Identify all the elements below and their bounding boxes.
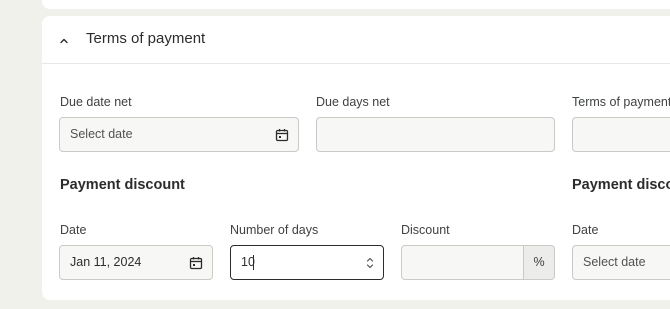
payment-discount-heading: Payment discount <box>60 177 185 193</box>
terms-of-payment-input[interactable] <box>572 117 670 152</box>
discount-date-value: Jan 11, 2024 <box>70 255 142 269</box>
previous-section-card <box>42 0 670 9</box>
discount-date-label-2: Date <box>572 223 599 237</box>
discount-date-field-2[interactable]: Select date <box>572 245 670 280</box>
number-of-days-input[interactable]: 10 <box>230 245 384 280</box>
due-date-net-field[interactable]: Select date <box>59 117 299 152</box>
discount-date-placeholder-2: Select date <box>583 255 646 269</box>
section-header[interactable]: Terms of payment <box>42 16 670 64</box>
terms-of-payment-label: Terms of payment <box>572 95 670 109</box>
stepper-icon[interactable] <box>366 255 374 271</box>
due-days-net-label: Due days net <box>316 95 390 109</box>
discount-input[interactable]: % <box>401 245 555 280</box>
terms-of-payment-card: Terms of payment Due date net Select dat… <box>42 16 670 300</box>
chevron-up-icon[interactable] <box>58 35 70 47</box>
discount-date-field[interactable]: Jan 11, 2024 <box>59 245 213 280</box>
number-of-days-label: Number of days <box>230 223 319 237</box>
calendar-icon[interactable] <box>189 256 203 270</box>
due-days-net-input[interactable] <box>316 117 555 152</box>
discount-label: Discount <box>401 223 450 237</box>
percent-suffix: % <box>523 246 554 279</box>
discount-date-label: Date <box>60 223 87 237</box>
calendar-icon[interactable] <box>275 128 289 142</box>
due-date-net-label: Due date net <box>60 95 132 109</box>
section-title: Terms of payment <box>86 30 206 47</box>
payment-discount-heading-2: Payment disco <box>572 177 670 193</box>
text-cursor <box>253 255 254 270</box>
due-date-net-placeholder: Select date <box>70 127 133 141</box>
